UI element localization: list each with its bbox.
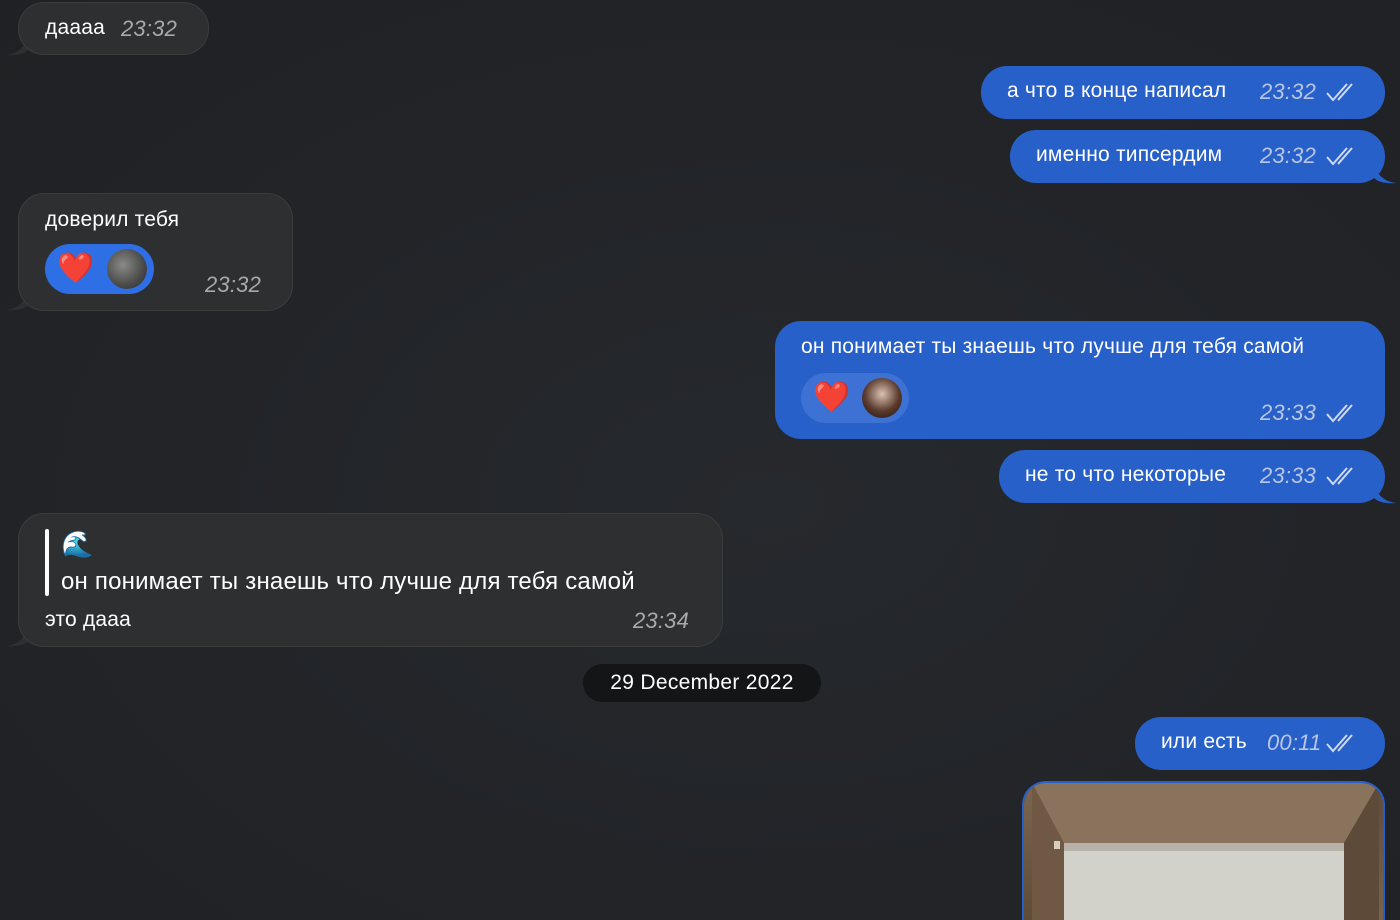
- wave-emoji-icon: 🌊: [61, 529, 94, 559]
- double-check-icon: [1326, 147, 1353, 166]
- message-time: 23:33: [1260, 400, 1317, 425]
- heart-reaction-icon: ❤️: [57, 252, 95, 285]
- message-text: это дааа: [45, 608, 132, 631]
- message-time: 23:32: [121, 16, 178, 41]
- bubble-tail: [1374, 486, 1396, 504]
- date-separator: 29 December 2022: [583, 664, 821, 702]
- reaction-chip[interactable]: ❤️: [45, 244, 154, 294]
- message-time: 23:32: [205, 272, 262, 297]
- avatar: [862, 378, 902, 418]
- message-text: а что в конце написал: [1007, 79, 1227, 102]
- message-text: он понимает ты знаешь что лучше для тебя…: [801, 335, 1305, 358]
- message-time: 23:34: [633, 608, 690, 633]
- message-text: именно типсердим: [1036, 143, 1223, 166]
- double-check-icon: [1326, 404, 1353, 423]
- message-text: не то что некоторые: [1025, 463, 1227, 486]
- message-time: 23:32: [1260, 143, 1317, 168]
- message-bubble[interactable]: или есть 00:11: [1135, 717, 1385, 770]
- message-text: даааа: [45, 16, 105, 39]
- avatar: [107, 249, 147, 289]
- quoted-text[interactable]: он понимает ты знаешь что лучше для тебя…: [61, 567, 635, 597]
- chat-area: даааа 23:32 а что в конце написал 23:32 …: [0, 0, 1400, 920]
- message-time: 23:33: [1260, 463, 1317, 488]
- photo-message[interactable]: [1022, 781, 1385, 920]
- message-time: 00:11: [1267, 730, 1322, 755]
- message-text: или есть: [1161, 730, 1247, 753]
- message-bubble[interactable]: именно типсердим 23:32: [1010, 130, 1385, 183]
- message-time: 23:32: [1260, 79, 1317, 104]
- message-bubble[interactable]: не то что некоторые 23:33: [999, 450, 1385, 503]
- double-check-icon: [1326, 83, 1353, 102]
- message-bubble[interactable]: он понимает ты знаешь что лучше для тебя…: [775, 321, 1385, 439]
- double-check-icon: [1326, 734, 1353, 753]
- quote-bar: [45, 529, 49, 596]
- bubble-tail: [1374, 166, 1396, 184]
- message-bubble[interactable]: 🌊 он понимает ты знаешь что лучше для те…: [18, 513, 723, 647]
- message-bubble[interactable]: даааа 23:32: [18, 2, 209, 55]
- photo-image: [1024, 783, 1383, 920]
- message-bubble[interactable]: а что в конце написал 23:32: [981, 66, 1385, 119]
- message-bubble[interactable]: доверил тебя ❤️ 23:32: [18, 193, 293, 311]
- double-check-icon: [1326, 467, 1353, 486]
- message-text: доверил тебя: [45, 208, 180, 231]
- heart-reaction-icon: ❤️: [813, 381, 851, 414]
- reaction-chip[interactable]: ❤️: [801, 373, 909, 423]
